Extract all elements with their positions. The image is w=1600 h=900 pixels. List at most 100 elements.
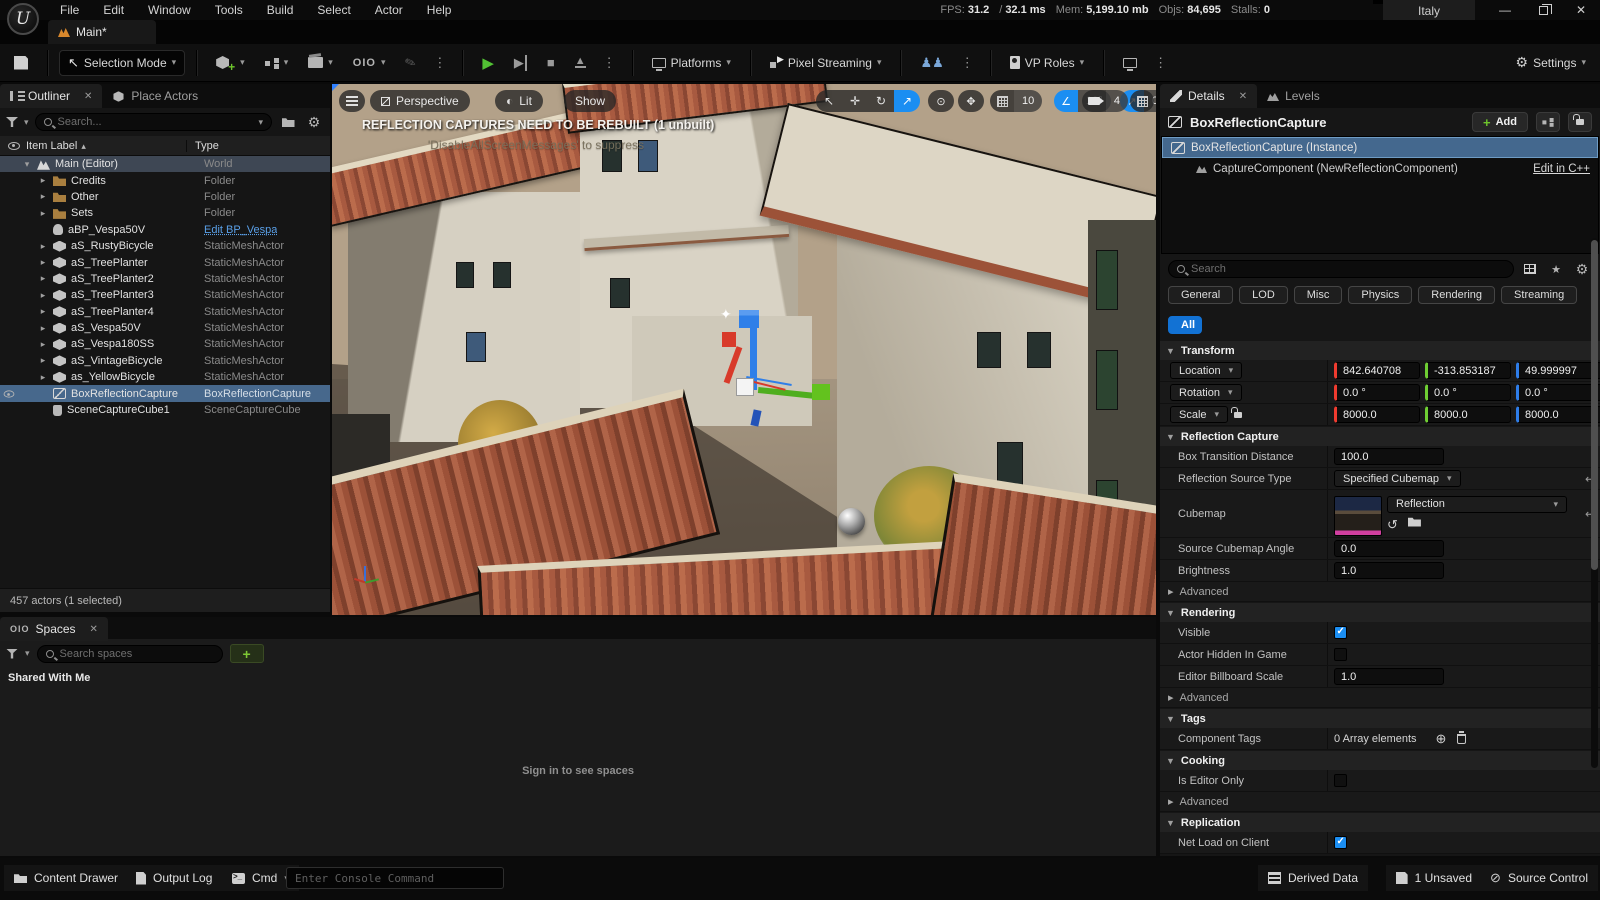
menu-item[interactable]: Actor <box>365 1 413 19</box>
category-chip[interactable]: LOD <box>1239 286 1288 304</box>
outliner-row[interactable]: Credits Folder <box>0 172 330 188</box>
rotation-z-field[interactable]: 0.0 ° <box>1516 384 1600 401</box>
lock-details-button[interactable] <box>1568 112 1592 132</box>
menu-item[interactable]: Select <box>307 1 360 19</box>
session-dropdown[interactable]: ΟΙΟ▾ <box>345 50 394 76</box>
expander-icon[interactable] <box>38 290 48 301</box>
location-x-field[interactable]: 842.640708 <box>1334 362 1420 379</box>
camera-speed-control[interactable]: 4 <box>1082 90 1128 112</box>
settings-dropdown[interactable]: ⚙ Settings▾ <box>1508 50 1594 76</box>
search-options-chevron[interactable]: ▾ <box>258 117 263 128</box>
landscape-tools-button[interactable]: ✎ <box>397 50 424 76</box>
outliner-row[interactable]: Sets Folder <box>0 205 330 221</box>
blueprints-dropdown[interactable]: ▾ <box>257 50 297 76</box>
gizmo-uniform-handle[interactable] <box>736 378 754 396</box>
outliner-row[interactable]: aS_VintageBicycle StaticMeshActor <box>0 353 330 369</box>
platforms-dropdown[interactable]: Platforms▾ <box>644 50 739 76</box>
favorites-button[interactable]: ★ <box>1546 259 1566 279</box>
outliner-row[interactable]: BoxReflectionCapture BoxReflectionCaptur… <box>0 385 330 401</box>
outliner-row[interactable]: aS_TreePlanter2 StaticMeshActor <box>0 271 330 287</box>
advanced-expander[interactable]: ▸Advanced <box>1160 582 1600 602</box>
menu-item[interactable]: Tools <box>205 1 253 19</box>
pixel-streaming-dropdown[interactable]: Pixel Streaming▾ <box>762 50 890 76</box>
use-selected-asset-icon[interactable]: ↺ <box>1387 517 1398 533</box>
location-dropdown[interactable]: Location▾ <box>1170 362 1242 379</box>
expander-icon[interactable] <box>38 372 48 383</box>
visible-checkbox[interactable] <box>1334 626 1347 639</box>
category-chip[interactable]: Physics <box>1348 286 1412 304</box>
spaces-search-input[interactable] <box>37 645 223 663</box>
outliner-search-field[interactable] <box>58 116 253 128</box>
menu-item[interactable]: Help <box>417 1 462 19</box>
trash-icon[interactable] <box>1457 734 1466 744</box>
billboard-scale-field[interactable]: 1.0 <box>1334 668 1444 685</box>
viewport-show-dropdown[interactable]: Show <box>564 90 616 112</box>
expander-icon[interactable] <box>38 306 48 317</box>
rotation-y-field[interactable]: 0.0 ° <box>1425 384 1511 401</box>
tab-details[interactable]: Details ✕ <box>1160 84 1257 108</box>
expander-icon[interactable] <box>22 159 32 170</box>
stop-button[interactable]: ■ <box>539 50 563 76</box>
tab-outliner[interactable]: Outliner ✕ <box>0 84 102 108</box>
create-folder-button[interactable] <box>278 112 298 132</box>
category-chip[interactable]: Streaming <box>1501 286 1577 304</box>
rotate-tool-button[interactable]: ↻ <box>868 90 894 112</box>
rotation-x-field[interactable]: 0.0 ° <box>1334 384 1420 401</box>
expander-icon[interactable] <box>38 241 48 252</box>
grid-snap-value[interactable]: 10 <box>1014 90 1042 112</box>
section-tags[interactable]: ▼Tags <box>1160 709 1600 728</box>
world-space-toggle[interactable]: ⊙ <box>928 90 954 112</box>
eject-button[interactable]: ▲ <box>567 50 594 76</box>
expander-icon[interactable] <box>38 175 48 186</box>
gizmo-y-handle[interactable] <box>812 384 830 400</box>
add-component-button[interactable]: + Add <box>1472 112 1528 132</box>
menu-item[interactable]: Edit <box>93 1 134 19</box>
unreal-logo[interactable]: U <box>7 3 39 35</box>
multi-user-button[interactable]: ♟♟ <box>912 50 951 76</box>
editor-mode-dropdown[interactable]: ↖ Selection Mode ▾ <box>59 50 185 76</box>
outliner-row[interactable]: aS_Vespa50V StaticMeshActor <box>0 320 330 336</box>
category-chip-all[interactable]: All <box>1168 316 1202 334</box>
close-icon[interactable]: ✕ <box>84 91 92 102</box>
tab-levels[interactable]: Levels <box>1257 84 1330 108</box>
content-drawer-button[interactable]: Content Drawer <box>4 865 128 891</box>
source-type-dropdown[interactable]: Specified Cubemap▾ <box>1334 470 1461 487</box>
details-settings-button[interactable]: ⚙ <box>1572 259 1592 279</box>
stage-monitor-menu[interactable]: ⋮ <box>1149 55 1172 71</box>
surface-snap-button[interactable]: ✥ <box>958 90 984 112</box>
outliner-settings-button[interactable]: ⚙ <box>304 112 324 132</box>
multi-user-menu[interactable]: ⋮ <box>956 55 979 71</box>
maximize-viewport-button[interactable] <box>1130 90 1154 112</box>
net-load-checkbox[interactable] <box>1334 836 1347 849</box>
filter-chevron-icon[interactable]: ▾ <box>24 117 29 128</box>
category-chip[interactable]: Rendering <box>1418 286 1495 304</box>
outliner-search-input[interactable]: ▾ <box>35 113 272 131</box>
level-tab-main[interactable]: Main* <box>48 20 156 44</box>
scale-lock-icon[interactable] <box>1234 412 1242 418</box>
visibility-eye-icon[interactable] <box>4 388 15 399</box>
skip-frame-button[interactable]: ▶ <box>506 50 535 76</box>
menu-item[interactable]: File <box>50 1 89 19</box>
section-replication[interactable]: ▼Replication <box>1160 813 1600 832</box>
brightness-field[interactable]: 1.0 <box>1334 562 1444 579</box>
display-options-button[interactable] <box>1520 259 1540 279</box>
add-tag-icon[interactable]: ⊕ <box>1436 731 1447 747</box>
expander-icon[interactable] <box>38 273 48 284</box>
component-row-instance[interactable]: BoxReflectionCapture (Instance) <box>1162 137 1598 158</box>
browse-asset-icon[interactable] <box>1408 517 1421 527</box>
location-y-field[interactable]: -313.853187 <box>1425 362 1511 379</box>
tab-place-actors[interactable]: Place Actors <box>102 84 208 108</box>
derived-data-button[interactable]: Derived Data <box>1258 865 1368 891</box>
play-options-menu[interactable]: ⋮ <box>598 55 621 71</box>
viewport-lit-dropdown[interactable]: ◐ Lit <box>495 90 543 112</box>
spaces-search-field[interactable] <box>60 648 214 660</box>
scale-z-field[interactable]: 8000.0 <box>1516 406 1600 423</box>
expander-icon[interactable] <box>38 208 48 219</box>
cinematics-dropdown[interactable]: ▾ <box>300 50 341 76</box>
outliner-row[interactable]: aBP_Vespa50V Edit BP_Vespa <box>0 222 330 238</box>
close-icon[interactable]: ✕ <box>90 624 98 635</box>
location-z-field[interactable]: 49.999997 <box>1516 362 1600 379</box>
play-button[interactable]: ▶ <box>474 50 502 76</box>
tab-spaces[interactable]: ΟΙΟ Spaces ✕ <box>0 617 108 641</box>
scale-y-field[interactable]: 8000.0 <box>1425 406 1511 423</box>
